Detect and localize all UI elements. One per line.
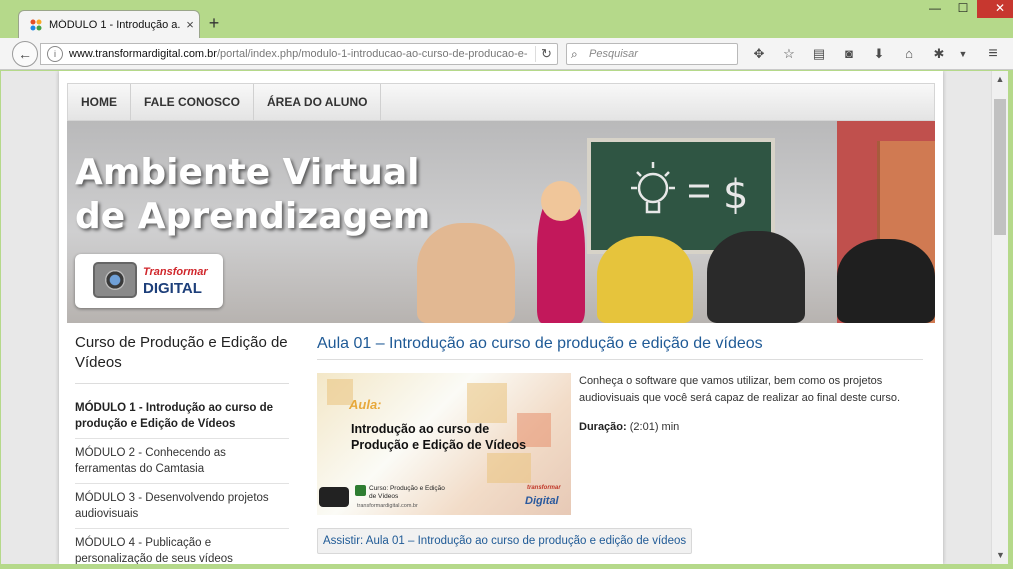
logo-text-top: Transformar <box>143 266 208 278</box>
sidebar-item-modulo-2[interactable]: MÓDULO 2 - Conhecendo as ferramentas do … <box>75 439 289 484</box>
url-domain: www.transformardigital.com.br <box>69 48 217 60</box>
page-scrollbar[interactable]: ▲ ▼ <box>991 71 1008 564</box>
extension-icon[interactable]: ✱ <box>924 44 954 64</box>
search-input[interactable]: ⌕ Pesquisar <box>566 43 738 65</box>
menu-fale-conosco[interactable]: FALE CONOSCO <box>131 84 255 120</box>
duration-label: Duração: <box>579 421 627 433</box>
camtasia-logo-icon <box>355 485 366 496</box>
svg-text:$: $ <box>723 172 748 218</box>
thumbnail-title: Introdução ao curso de Produção e Edição… <box>351 421 526 453</box>
bookmark-star-icon[interactable]: ☆ <box>774 44 804 64</box>
back-button[interactable]: ← <box>12 41 38 67</box>
duration-value: (2:01) min <box>626 421 680 433</box>
scroll-up-icon[interactable]: ▲ <box>992 71 1008 88</box>
new-tab-button[interactable]: + <box>204 13 224 33</box>
video-camera-icon <box>319 487 349 507</box>
logo-text-bottom: DIGITAL <box>143 280 202 297</box>
thumbnail-course-line1: Curso: Produção e Edição <box>369 485 445 492</box>
joomla-favicon-icon <box>29 18 43 32</box>
thumbnail-site: transformardigital.com.br <box>357 503 418 509</box>
figure-student-4 <box>837 239 935 323</box>
home-icon[interactable]: ⌂ <box>894 44 924 64</box>
figure-student-1 <box>417 223 515 323</box>
pocket-icon[interactable]: ◙ <box>834 44 864 64</box>
url-bar[interactable]: i www.transformardigital.com.br/portal/i… <box>40 43 558 65</box>
window-controls: — ☐ ✕ <box>921 0 1013 18</box>
download-icon[interactable]: ⬇ <box>864 44 894 64</box>
scrollbar-thumb[interactable] <box>994 99 1006 235</box>
banner-title-line2: de Aprendizagem <box>75 196 431 237</box>
sidebar-item-modulo-1[interactable]: MÓDULO 1 - Introdução ao curso de produç… <box>75 394 289 439</box>
thumbnail-brand-small: transformar <box>527 485 561 491</box>
figure-teacher-head <box>541 181 581 221</box>
menu-home[interactable]: HOME <box>68 84 131 120</box>
toolbar-icons: ✥ ☆ ▤ ◙ ⬇ ⌂ ✱ ▼ ≡ <box>744 44 1008 64</box>
maximize-button[interactable]: ☐ <box>949 0 977 18</box>
article-title: Aula 01 – Introdução ao curso de produçã… <box>317 333 923 360</box>
thumbnail-brand: Digital <box>525 495 559 507</box>
scroll-down-icon[interactable]: ▼ <box>992 547 1009 564</box>
lesson-thumbnail[interactable]: Aula: Introdução ao curso de Produção e … <box>317 373 571 515</box>
thumbnail-title-line2: Produção e Edição de Vídeos <box>351 438 527 452</box>
info-icon[interactable]: i <box>47 46 63 62</box>
close-window-button[interactable]: ✕ <box>977 0 1013 18</box>
figure-student-2 <box>597 236 693 323</box>
banner-title-line1: Ambiente Virtual <box>75 152 420 193</box>
site-container: HOME FALE CONOSCO ÁREA DO ALUNO $ Ambien… <box>59 71 943 564</box>
browser-window: MÓDULO 1 - Introdução a... × + — ☐ ✕ ← i… <box>0 0 1013 569</box>
thumbnail-course-line2: de Vídeos <box>369 493 399 500</box>
tab-close-icon[interactable]: × <box>181 17 199 32</box>
sidebar-item-modulo-3[interactable]: MÓDULO 3 - Desenvolvendo projetos audiov… <box>75 484 289 529</box>
search-placeholder: Pesquisar <box>589 48 638 60</box>
thumbnail-title-line1: Introdução ao curso de <box>351 422 490 436</box>
search-icon: ⌕ <box>571 46 578 61</box>
hamburger-menu-icon[interactable]: ≡ <box>978 44 1008 64</box>
sidebar-heading: Curso de Produção e Edição de Vídeos <box>75 333 289 384</box>
title-bar: MÓDULO 1 - Introdução a... × + — ☐ ✕ <box>0 0 1013 38</box>
watch-lesson-button[interactable]: Assistir: Aula 01 – Introdução ao curso … <box>317 528 693 554</box>
article-content: Aula 01 – Introdução ao curso de produçã… <box>317 333 923 554</box>
article-description: Conheça o software que vamos utilizar, b… <box>579 375 901 404</box>
sidebar-item-modulo-4[interactable]: MÓDULO 4 - Publicação e personalização d… <box>75 529 289 564</box>
url-text[interactable]: www.transformardigital.com.br/portal/ind… <box>69 48 535 60</box>
reload-icon[interactable]: ↻ <box>535 46 557 62</box>
thumbnail-deco <box>487 453 531 483</box>
site-menu: HOME FALE CONOSCO ÁREA DO ALUNO <box>67 83 935 121</box>
menu-area-do-aluno[interactable]: ÁREA DO ALUNO <box>254 84 382 120</box>
minimize-button[interactable]: — <box>921 0 949 18</box>
chevron-down-icon[interactable]: ▼ <box>954 44 972 64</box>
article-duration: Duração: (2:01) min <box>579 421 679 433</box>
browser-tab[interactable]: MÓDULO 1 - Introdução a... × <box>18 10 200 38</box>
url-path: /portal/index.php/modulo-1-introducao-ao… <box>216 48 528 60</box>
thumbnail-aula-label: Aula: <box>349 397 382 412</box>
arrow-left-icon: ← <box>18 46 32 62</box>
figure-student-3 <box>707 231 805 323</box>
course-sidebar: Curso de Produção e Edição de Vídeos MÓD… <box>75 333 289 564</box>
transformar-digital-logo[interactable]: Transformar DIGITAL <box>75 254 223 308</box>
header-banner: $ Ambiente Virtual de Aprendizagem Trans… <box>67 121 935 323</box>
thumbnail-course-label: Curso: Produção e Edição de Vídeos <box>369 485 445 501</box>
thumbnail-deco <box>467 383 507 423</box>
tab-title: MÓDULO 1 - Introdução a... <box>49 18 181 31</box>
crosshair-icon[interactable]: ✥ <box>744 44 774 64</box>
page-viewport: HOME FALE CONOSCO ÁREA DO ALUNO $ Ambien… <box>1 71 991 564</box>
banner-title: Ambiente Virtual de Aprendizagem <box>75 151 430 239</box>
navigation-toolbar: ← i www.transformardigital.com.br/portal… <box>0 38 1013 70</box>
reading-list-icon[interactable]: ▤ <box>804 44 834 64</box>
camera-icon <box>93 262 137 298</box>
